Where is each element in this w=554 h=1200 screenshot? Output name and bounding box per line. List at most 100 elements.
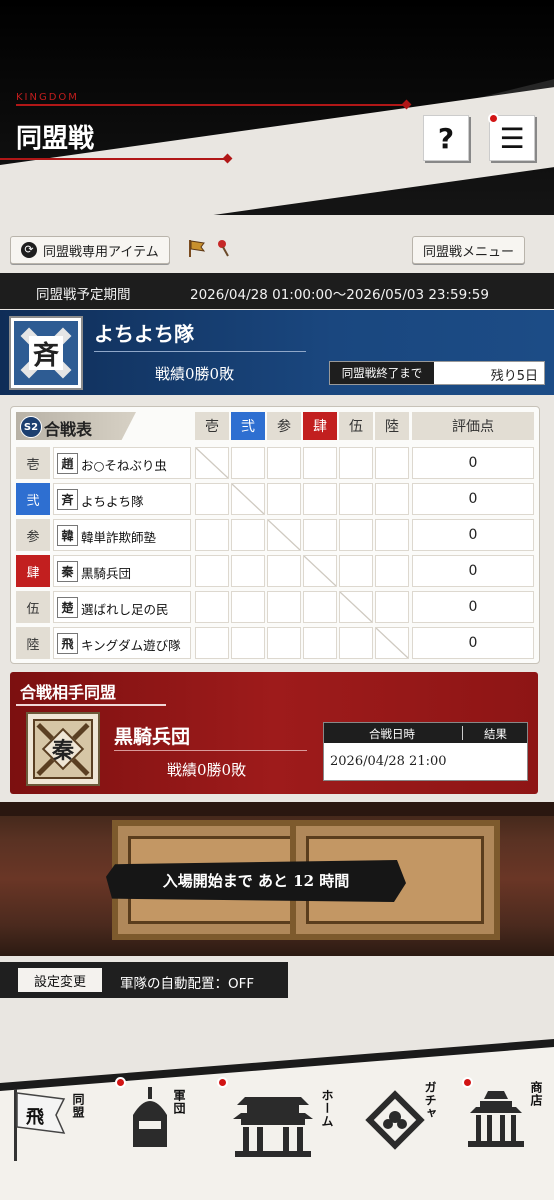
battle-gate-banner: 入場開始まで あと 12 時間 [0, 802, 554, 956]
alliance-name: よちよち隊 [94, 322, 194, 346]
palace-icon [233, 1097, 313, 1157]
match-cell [195, 483, 229, 515]
match-cell [375, 483, 409, 515]
match-cell [303, 447, 337, 479]
row-label: 肆 [16, 555, 50, 587]
row-label: 伍 [16, 591, 50, 623]
flag-icon: 飛 [14, 1089, 66, 1161]
row-label: 壱 [16, 447, 50, 479]
score-column-header: 評価点 [412, 412, 534, 440]
flag-item-icon[interactable] [187, 238, 206, 258]
score-cell: 0 [412, 591, 534, 623]
nav-shop[interactable]: 商店 [460, 1075, 554, 1185]
match-cell [267, 555, 301, 587]
entry-countdown: 入場開始まで あと 12 時間 [162, 872, 350, 890]
team-emblem-icon: 飛 [57, 633, 78, 654]
nav-gacha-label: ガチャ [423, 1081, 437, 1120]
match-cell [375, 555, 409, 587]
settings-button[interactable]: 設定変更 [18, 968, 102, 992]
date-header: 合戦日時 [369, 727, 415, 741]
battle-date: 2026/04/28 21:00 [330, 754, 447, 769]
bottom-nav: 飛 同盟 軍団 ホーム ガチャ 商店 [0, 1035, 554, 1200]
alliance-item-button[interactable]: ⟳ 同盟戦専用アイテム [10, 236, 170, 264]
brand-label: KINGDOM [16, 92, 79, 103]
team-name: 韓単詐欺師塾 [81, 530, 157, 545]
match-cell [267, 483, 301, 515]
help-button[interactable]: ? [423, 115, 469, 161]
match-cell [303, 483, 337, 515]
helmet-icon [133, 1087, 167, 1147]
opponent-name-underline [114, 750, 307, 751]
column-header: 陸 [375, 412, 409, 440]
alliance-menu-button[interactable]: 同盟戦メニュー [412, 236, 526, 264]
opponent-emblem[interactable]: 秦 [26, 712, 100, 786]
match-cell-self [303, 555, 337, 587]
match-cell [339, 447, 373, 479]
match-cell [303, 519, 337, 551]
opponent-title-underline [16, 704, 166, 706]
opponent-panel: 合戦相手同盟 秦 黒騎兵団 戦績0勝0敗 合戦日時 結果 2026/04/28 … [10, 672, 538, 794]
nav-corps[interactable]: 軍団 [113, 1075, 203, 1175]
match-cell [303, 591, 337, 623]
nav-home[interactable]: ホーム [215, 1075, 345, 1185]
nav-home-label: ホーム [320, 1089, 334, 1128]
emblem-character: 斉 [29, 336, 63, 371]
score-cell: 0 [412, 627, 534, 659]
refresh-icon: ⟳ [21, 242, 37, 258]
row-label: 参 [16, 519, 50, 551]
opponent-name: 黒騎兵団 [114, 726, 191, 748]
match-cell [195, 591, 229, 623]
match-cell [339, 519, 373, 551]
battle-schedule-box: 合戦日時 結果 2026/04/28 21:00 [323, 722, 528, 781]
remaining-value: 残り5日 [490, 369, 538, 384]
score-cell: 0 [412, 447, 534, 479]
alliance-emblem[interactable]: 斉 [9, 316, 83, 390]
period-label: 同盟戦予定期間 [36, 287, 131, 303]
my-alliance-panel: 斉 よちよち隊 戦績0勝0敗 同盟戦終了まで 残り5日 [0, 310, 554, 395]
opponent-emblem-character: 秦 [51, 737, 75, 764]
match-cell [339, 483, 373, 515]
team-name: キングダム遊び隊 [81, 638, 181, 653]
header-divider [0, 158, 228, 160]
pin-item-icon[interactable] [214, 238, 232, 258]
column-header: 参 [267, 412, 301, 440]
period-bar: 同盟戦予定期間 2026/04/28 01:00:00～2026/05/03 2… [0, 273, 554, 309]
nav-gacha[interactable]: ガチャ [358, 1075, 448, 1185]
team-emblem-icon: 韓 [57, 525, 78, 546]
match-cell [339, 627, 373, 659]
gacha-icon [365, 1090, 425, 1150]
menu-icon: ☰ [499, 121, 525, 155]
match-cell-self [339, 591, 373, 623]
remaining-label: 同盟戦終了まで [330, 362, 434, 384]
alliance-menu-label: 同盟戦メニュー [423, 244, 515, 260]
shop-icon [468, 1091, 524, 1147]
score-cell: 0 [412, 483, 534, 515]
nav-shop-label: 商店 [529, 1081, 543, 1107]
match-cell [231, 447, 265, 479]
team-name: 選ばれし足の民 [81, 602, 169, 617]
match-cell-self [267, 519, 301, 551]
score-cell: 0 [412, 519, 534, 551]
name-underline [94, 351, 306, 352]
column-header: 壱 [195, 412, 229, 440]
match-cell [267, 447, 301, 479]
alliance-item-label: 同盟戦専用アイテム [43, 244, 159, 260]
season-badge: S2 [20, 416, 42, 438]
team-emblem-icon: 趙 [57, 453, 78, 474]
match-cell [375, 519, 409, 551]
team-emblem-icon: 楚 [57, 597, 78, 618]
table-title: 合戦表 [44, 420, 93, 439]
row-label: 弐 [16, 483, 50, 515]
header-divider [16, 104, 406, 106]
notification-dot [217, 1077, 228, 1088]
team-emblem-icon: 斉 [57, 489, 78, 510]
column-header: 肆 [303, 412, 337, 440]
match-cell [231, 627, 265, 659]
help-icon: ? [437, 121, 455, 155]
match-cell-self [375, 627, 409, 659]
team-name: お○そねぶり虫 [81, 458, 167, 473]
match-cell [339, 555, 373, 587]
nav-alliance-label: 同盟 [71, 1093, 85, 1119]
opponent-record: 戦績0勝0敗 [167, 761, 247, 779]
nav-alliance[interactable]: 飛 同盟 [8, 1085, 108, 1175]
